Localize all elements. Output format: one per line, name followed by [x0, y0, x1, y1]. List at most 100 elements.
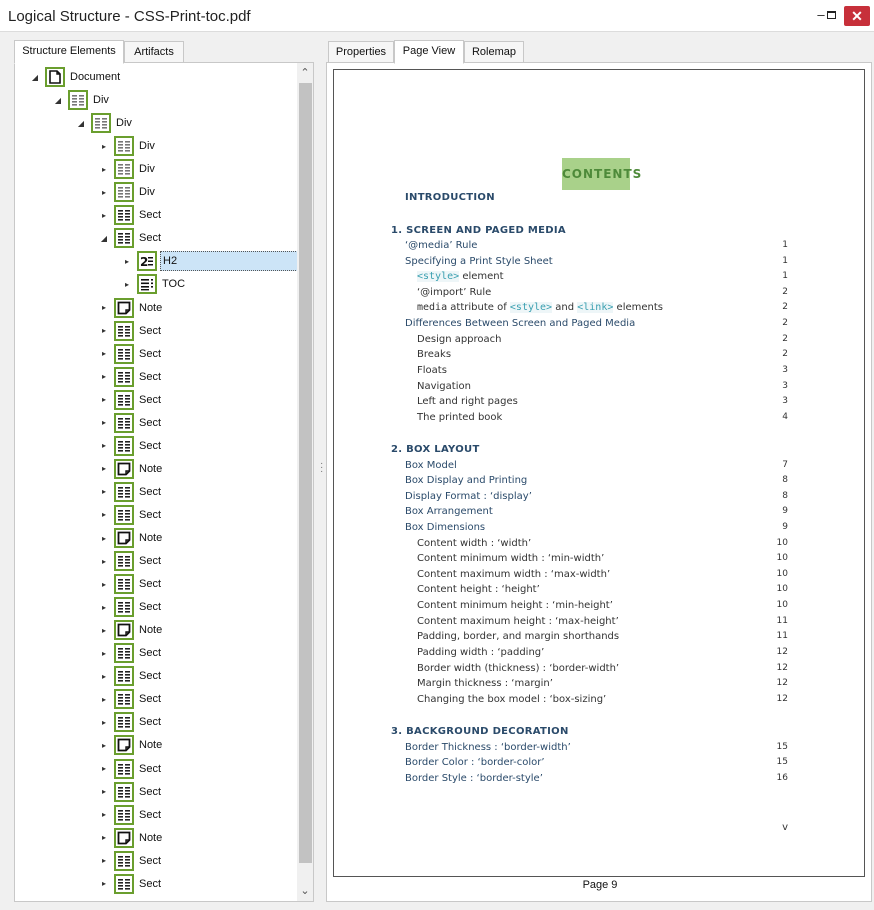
tree-node[interactable]: ▸ Sect	[98, 573, 163, 595]
expand-arrow-icon[interactable]: ▸	[98, 741, 110, 750]
collapse-arrow-icon[interactable]: ◢	[52, 96, 64, 105]
expand-arrow-icon[interactable]: ▸	[98, 557, 110, 566]
scroll-down-arrow-icon[interactable]: ⌄	[297, 883, 313, 899]
sect-icon	[114, 781, 134, 802]
toc-page-number: 10	[776, 553, 788, 563]
toc-page-number: 12	[776, 663, 788, 673]
close-button[interactable]: ✕	[844, 6, 870, 26]
expand-arrow-icon[interactable]: ▸	[98, 810, 110, 819]
tree-node-label: Sect	[139, 854, 162, 867]
expand-arrow-icon[interactable]: ▸	[98, 626, 110, 635]
expand-arrow-icon[interactable]: ▸	[98, 441, 110, 450]
tree-scrollbar[interactable]: ⌃ ⌄	[297, 63, 313, 901]
expand-arrow-icon[interactable]: ▸	[98, 672, 110, 681]
expand-arrow-icon[interactable]: ▸	[121, 280, 133, 289]
expand-arrow-icon[interactable]: ▸	[98, 580, 110, 589]
collapse-arrow-icon[interactable]: ◢	[98, 234, 110, 243]
tree-node[interactable]: ▸ Note	[98, 458, 164, 480]
collapse-arrow-icon[interactable]: ◢	[75, 119, 87, 128]
tab-structure-elements[interactable]: Structure Elements	[14, 40, 124, 64]
expand-arrow-icon[interactable]: ▸	[98, 303, 110, 312]
tree-node[interactable]: ▸ Sect	[98, 642, 163, 664]
tree-node[interactable]: ▸ Sect	[98, 343, 163, 365]
tree-node[interactable]: ▸ Note	[98, 297, 164, 319]
expand-arrow-icon[interactable]: ▸	[98, 165, 110, 174]
tree-node[interactable]: ▸ Sect	[98, 389, 163, 411]
expand-arrow-icon[interactable]: ▸	[98, 833, 110, 842]
maximize-button[interactable]	[818, 6, 844, 26]
expand-arrow-icon[interactable]: ▸	[98, 534, 110, 543]
tree-node[interactable]: ▸ Div	[98, 158, 157, 180]
expand-arrow-icon[interactable]: ▸	[98, 718, 110, 727]
expand-arrow-icon[interactable]: ▸	[98, 487, 110, 496]
expand-arrow-icon[interactable]: ▸	[98, 142, 110, 151]
tree-node[interactable]: ▸ Sect	[98, 781, 163, 803]
expand-arrow-icon[interactable]: ▸	[98, 372, 110, 381]
tree-node[interactable]: ▸ Sect	[98, 711, 163, 733]
toc-entry: Border width (thickness) : ‘border-width…	[417, 663, 620, 674]
tab-properties[interactable]: Properties	[328, 41, 394, 63]
tree-node[interactable]: ▸ Div	[98, 181, 157, 203]
expand-arrow-icon[interactable]: ▸	[98, 695, 110, 704]
tree-node[interactable]: ◢ Div	[52, 89, 111, 111]
tab-page-view[interactable]: Page View	[394, 40, 464, 64]
tree-node[interactable]: ▸ Div	[98, 135, 157, 157]
expand-arrow-icon[interactable]: ▸	[98, 879, 110, 888]
tree-node[interactable]: ▸ Note	[98, 827, 164, 849]
tree-node[interactable]: ▸ Sect	[98, 873, 163, 895]
collapse-arrow-icon[interactable]: ◢	[29, 73, 41, 82]
tree-node[interactable]: ▸ Sect	[98, 758, 163, 780]
tree-node[interactable]: ▸ Sect	[98, 412, 163, 434]
tab-artifacts[interactable]: Artifacts	[124, 41, 184, 63]
tree-node[interactable]: ▸ Sect	[98, 320, 163, 342]
toc-entry: Border Style : ‘border-style’	[405, 773, 543, 784]
expand-arrow-icon[interactable]: ▸	[98, 418, 110, 427]
expand-arrow-icon[interactable]: ▸	[98, 649, 110, 658]
expand-arrow-icon[interactable]: ▸	[98, 395, 110, 404]
expand-arrow-icon[interactable]: ▸	[98, 349, 110, 358]
sect-icon	[114, 643, 134, 664]
tree-node[interactable]: ▸ TOC	[121, 273, 187, 295]
structure-tree-panel: ◢ Document ◢ Div ◢ Div ▸ Div ▸ Div ▸ Div ▸ Sect ◢ Sect ▸…	[14, 62, 314, 902]
toc-page-number: 16	[776, 773, 788, 783]
tree-node[interactable]: ▸ Sect	[98, 504, 163, 526]
expand-arrow-icon[interactable]: ▸	[98, 764, 110, 773]
expand-arrow-icon[interactable]: ▸	[98, 188, 110, 197]
tree-node[interactable]: ▸ Sect	[98, 688, 163, 710]
tree-node[interactable]: ◢ Div	[75, 112, 134, 134]
tree-node[interactable]: ▸ Note	[98, 734, 164, 756]
tree-node[interactable]: ▸ Sect	[98, 804, 163, 826]
toc-entry: Content maximum height : ‘max-height’	[417, 616, 619, 627]
expand-arrow-icon[interactable]: ▸	[98, 603, 110, 612]
tree-node-label: Note	[139, 462, 163, 475]
toc-section-heading: 1. SCREEN AND PAGED MEDIA	[391, 225, 566, 236]
tree-node-label: Sect	[139, 601, 162, 614]
tree-node[interactable]: ▸ Sect	[98, 850, 163, 872]
tab-rolemap[interactable]: Rolemap	[464, 41, 524, 63]
tree-node[interactable]: ▸ Note	[98, 619, 164, 641]
tree-node[interactable]: ◢ Document	[29, 66, 122, 88]
expand-arrow-icon[interactable]: ▸	[98, 464, 110, 473]
scroll-up-arrow-icon[interactable]: ⌃	[297, 65, 313, 81]
tree-node-label: Document	[70, 71, 121, 83]
scroll-thumb[interactable]	[299, 83, 312, 863]
tree-node[interactable]: ◢ Sect	[98, 227, 163, 249]
tree-node[interactable]: ▸ Sect	[98, 481, 163, 503]
tree-node[interactable]: ▸ Sect	[98, 550, 163, 572]
tree-node[interactable]: ▸ Sect	[98, 596, 163, 618]
expand-arrow-icon[interactable]: ▸	[98, 326, 110, 335]
tree-node[interactable]: ▸ Note	[98, 527, 164, 549]
expand-arrow-icon[interactable]: ▸	[98, 510, 110, 519]
splitter-grip-icon[interactable]: · · ·	[320, 459, 323, 477]
expand-arrow-icon[interactable]: ▸	[98, 211, 110, 220]
tree-node[interactable]: ▸ 2 H2	[121, 250, 297, 272]
tree-node[interactable]: ▸ Sect	[98, 204, 163, 226]
tree-node[interactable]: ▸ Sect	[98, 665, 163, 687]
expand-arrow-icon[interactable]: ▸	[98, 856, 110, 865]
toc-entry: Border Thickness : ‘border-width’	[405, 742, 571, 753]
tree-node[interactable]: ▸ Sect	[98, 366, 163, 388]
expand-arrow-icon[interactable]: ▸	[121, 257, 133, 266]
tree-node[interactable]: ▸ Sect	[98, 435, 163, 457]
toc-page-number: 2	[782, 349, 788, 359]
expand-arrow-icon[interactable]: ▸	[98, 787, 110, 796]
